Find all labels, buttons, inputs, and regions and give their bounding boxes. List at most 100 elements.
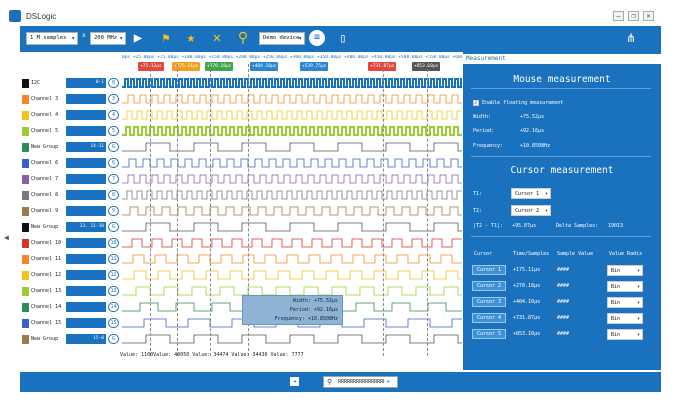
channel-name[interactable]: New Group	[31, 223, 65, 232]
trigger-setting[interactable]	[66, 174, 106, 184]
channel-color-swatch[interactable]	[22, 79, 29, 88]
channel-name[interactable]: Channel 6	[31, 159, 65, 168]
cursor-sample-value: ####	[557, 299, 570, 305]
trigger-setting[interactable]: 15-0	[66, 334, 106, 344]
panel-tab[interactable]: Measurement	[463, 54, 661, 64]
maximize-button[interactable]: ❐	[628, 11, 639, 21]
cursor-line[interactable]	[210, 64, 211, 356]
cursor-line[interactable]	[150, 64, 151, 356]
channel-name[interactable]: Channel 7	[31, 175, 65, 184]
channel-waveform	[122, 174, 462, 184]
channel-name[interactable]: I2C	[31, 79, 65, 88]
play-icon[interactable]: ▶	[130, 30, 146, 46]
flag-icon[interactable]: ⚑	[158, 30, 174, 46]
period-label: Period:	[473, 128, 495, 134]
file-icon[interactable]: ▯	[335, 30, 351, 46]
channel-name[interactable]: New Group	[31, 335, 65, 344]
channel-color-swatch[interactable]	[22, 127, 29, 136]
device-select[interactable]: Demo device ▾	[259, 32, 305, 45]
channel-color-swatch[interactable]	[22, 239, 29, 248]
close-button[interactable]: ✕	[643, 11, 654, 21]
popup-frequency: Frequency: +10.8508Hz	[274, 316, 338, 322]
trigger-setting[interactable]	[66, 126, 106, 136]
channel-color-swatch[interactable]	[22, 159, 29, 168]
main-toolbar: 1 M samples ▾ x 200 MHz ▾ ▶ ⚑ ★ ✕ ⚲ Demo d…	[20, 26, 661, 52]
channel-name[interactable]: Channel 11	[31, 255, 65, 264]
channel-name[interactable]: Channel 3	[31, 95, 65, 104]
frequency-value: +10.8508Hz	[520, 143, 551, 149]
cursor-flag[interactable]: +404.10μs	[250, 62, 279, 71]
next-button[interactable]: ▸	[384, 377, 393, 386]
channel-color-swatch[interactable]	[22, 191, 29, 200]
channel-name[interactable]: New Group	[31, 143, 65, 152]
channel-waveform	[122, 286, 462, 296]
channel-name[interactable]: Channel 4	[31, 111, 65, 120]
cursor-button[interactable]: Cursor 5	[472, 329, 506, 339]
channel-color-swatch[interactable]	[22, 223, 29, 232]
cursor-time: +404.10μs	[513, 299, 541, 305]
star-icon[interactable]: ★	[183, 30, 199, 46]
cursor-line[interactable]	[177, 64, 178, 356]
cursor-button[interactable]: Cursor 4	[472, 313, 506, 323]
channel-color-swatch[interactable]	[22, 207, 29, 216]
trigger-setting[interactable]: 0-1	[66, 78, 106, 88]
channel-color-swatch[interactable]	[22, 143, 29, 152]
trigger-setting[interactable]	[66, 206, 106, 216]
popup-width: Width: +75.52μs	[292, 298, 338, 304]
radix-select[interactable]: Bin ▾	[607, 281, 643, 292]
channel-name[interactable]: Channel 8	[31, 191, 65, 200]
channel-name[interactable]: Channel 13	[31, 287, 65, 296]
search-icon[interactable]: ⚲	[235, 30, 251, 46]
channel-color-swatch[interactable]	[22, 111, 29, 120]
radix-select[interactable]: Bin ▾	[607, 297, 643, 308]
sample-rate-select[interactable]: 200 MHz ▾	[90, 32, 126, 45]
trigger-setting[interactable]	[66, 94, 106, 104]
t1-select[interactable]: Cursor 1 ▾	[511, 188, 551, 199]
channel-name[interactable]: Channel 9	[31, 207, 65, 216]
radix-select[interactable]: Bin ▾	[607, 329, 643, 340]
channel-name[interactable]: Channel 10	[31, 239, 65, 248]
channel-color-swatch[interactable]	[22, 303, 29, 312]
cursor-line[interactable]	[427, 64, 428, 356]
waveform-trace	[122, 174, 462, 184]
channel-color-swatch[interactable]	[22, 287, 29, 296]
trigger-setting[interactable]: 13, 11-10	[66, 222, 106, 232]
cursor-button[interactable]: Cursor 1	[472, 265, 506, 275]
cursor-button[interactable]: Cursor 3	[472, 297, 506, 307]
channel-name[interactable]: Channel 14	[31, 303, 65, 312]
channel-name[interactable]: Channel 12	[31, 271, 65, 280]
channel-color-swatch[interactable]	[22, 319, 29, 328]
col-time: Time/Samples	[513, 251, 550, 257]
channel-color-swatch[interactable]	[22, 335, 29, 344]
radix-select[interactable]: Bin ▾	[607, 313, 643, 324]
channel-name[interactable]: Channel 5	[31, 127, 65, 136]
t2-select[interactable]: Cursor 2 ▾	[511, 205, 551, 216]
trigger-setting[interactable]	[66, 254, 106, 264]
channel-color-swatch[interactable]	[22, 95, 29, 104]
trigger-setting[interactable]: 14-11	[66, 142, 106, 152]
collapse-left-arrow-icon[interactable]: ◀	[4, 233, 9, 242]
cursor-button[interactable]: Cursor 2	[472, 281, 506, 291]
trigger-setting[interactable]	[66, 158, 106, 168]
trigger-setting[interactable]	[66, 302, 106, 312]
enable-floating-checkbox[interactable]: ✔	[473, 100, 479, 106]
network-icon[interactable]: ⋔	[623, 30, 639, 46]
channel-color-swatch[interactable]	[22, 175, 29, 184]
cursor-flag[interactable]: +539.75μs	[300, 62, 329, 71]
channel-name[interactable]: Channel 15	[31, 319, 65, 328]
trigger-setting[interactable]	[66, 286, 106, 296]
trigger-setting[interactable]	[66, 238, 106, 248]
trigger-setting[interactable]	[66, 318, 106, 328]
trigger-setting[interactable]	[66, 110, 106, 120]
settings-icon[interactable]: ≡	[309, 30, 325, 46]
trigger-setting[interactable]	[66, 190, 106, 200]
sample-depth-select[interactable]: 1 M samples ▾	[26, 32, 78, 45]
channel-color-swatch[interactable]	[22, 255, 29, 264]
prev-button[interactable]: ◂	[290, 377, 299, 386]
radix-select[interactable]: Bin ▾	[607, 265, 643, 276]
minimize-button[interactable]: –	[613, 11, 624, 21]
cross-icon[interactable]: ✕	[209, 30, 225, 46]
trigger-setting[interactable]	[66, 270, 106, 280]
channel-color-swatch[interactable]	[22, 271, 29, 280]
cursor-line[interactable]	[383, 64, 384, 356]
